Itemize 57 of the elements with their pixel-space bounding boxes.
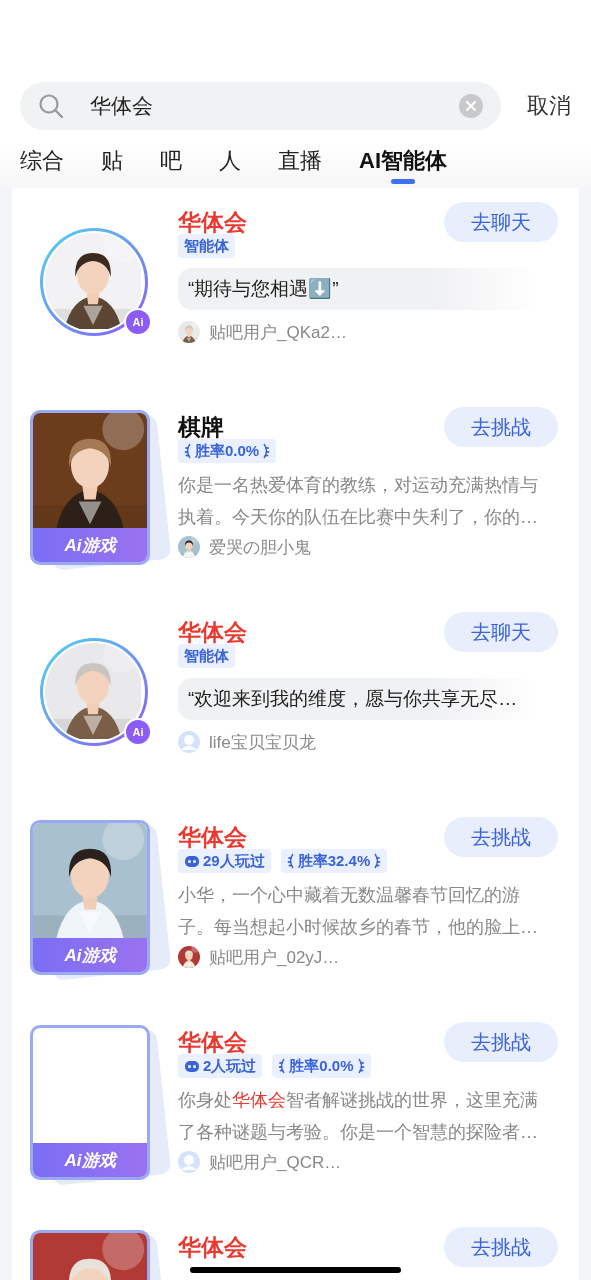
tag: 智能体 — [178, 644, 235, 668]
tab[interactable]: 综合 — [20, 144, 64, 178]
laurel-icon — [278, 1058, 287, 1074]
cancel-button[interactable]: 取消 — [527, 91, 571, 121]
tag: 2人玩过 — [178, 1054, 263, 1078]
default-avatar-icon — [178, 731, 200, 753]
result-title: 华体会 — [178, 823, 247, 852]
challenge-button[interactable]: 去挑战 — [444, 407, 558, 447]
ai-badge: Ai — [124, 308, 152, 336]
tab[interactable]: AI智能体 — [359, 144, 447, 178]
author-name: 贴吧用户_QCR… — [209, 1151, 342, 1174]
ai-game-label: Ai游戏 — [33, 528, 147, 562]
laurel-icon — [184, 443, 192, 459]
result-title: 华体会 — [178, 1028, 247, 1057]
author-name: life宝贝宝贝龙 — [209, 731, 316, 754]
laurel-icon — [286, 853, 295, 869]
author-name: 贴吧用户_QKa2… — [209, 321, 347, 344]
challenge-button[interactable]: 去挑战 — [444, 1227, 558, 1267]
ai-game-label: Ai游戏 — [33, 1143, 147, 1177]
tag: 胜率0.0% — [178, 439, 277, 463]
search-field[interactable]: 华体会 — [90, 94, 459, 118]
result-title: 华体会 — [178, 1233, 247, 1262]
chat-button[interactable]: 去聊天 — [444, 202, 558, 242]
search-icon — [38, 93, 64, 119]
default-avatar-icon — [178, 1151, 200, 1173]
clear-icon[interactable] — [459, 94, 483, 118]
tag: 胜率32.4% — [280, 849, 388, 873]
challenge-button[interactable]: 去挑战 — [444, 1022, 558, 1062]
ai-badge: Ai — [124, 718, 152, 746]
result-title: 棋牌 — [178, 413, 224, 442]
tab[interactable]: 人 — [219, 144, 241, 178]
tab[interactable]: 吧 — [160, 144, 182, 178]
laurel-icon — [356, 1058, 365, 1074]
laurel-icon — [262, 443, 271, 459]
description-line: 小华，一个心中藏着无数温馨春节回忆的游 — [178, 884, 521, 907]
description-line: 子。每当想起小时候故乡的春节，他的脸上… — [178, 916, 539, 939]
ai-game-label: Ai游戏 — [33, 938, 147, 972]
challenge-button[interactable]: 去挑战 — [444, 817, 558, 857]
result-title: 华体会 — [178, 618, 247, 647]
tag: 胜率0.0% — [272, 1054, 371, 1078]
laurel-icon — [373, 853, 382, 869]
search-bar[interactable]: 华体会 — [20, 82, 501, 130]
tab[interactable]: 直播 — [278, 144, 322, 178]
tag: 智能体 — [178, 234, 235, 258]
chat-button[interactable]: 去聊天 — [444, 612, 558, 652]
author-name: 贴吧用户_02yJ… — [209, 946, 340, 969]
description-line: 了各种谜题与考验。你是一个智慧的探险者… — [178, 1121, 539, 1144]
result-title: 华体会 — [178, 208, 247, 237]
robot-icon — [184, 1059, 200, 1073]
robot-icon — [184, 854, 200, 868]
description-line: 执着。今天你的队伍在比赛中失利了，你的… — [178, 506, 539, 529]
author-name: 爱哭の胆小鬼 — [209, 536, 311, 559]
tab-indicator — [391, 179, 415, 184]
description-line: 你身处华体会智者解谜挑战的世界，这里充满 — [178, 1089, 539, 1112]
tab[interactable]: 贴 — [101, 144, 123, 178]
description-line: 你是一名热爱体育的教练，对运动充满热情与 — [178, 474, 539, 497]
tag: 29人玩过 — [178, 849, 271, 873]
